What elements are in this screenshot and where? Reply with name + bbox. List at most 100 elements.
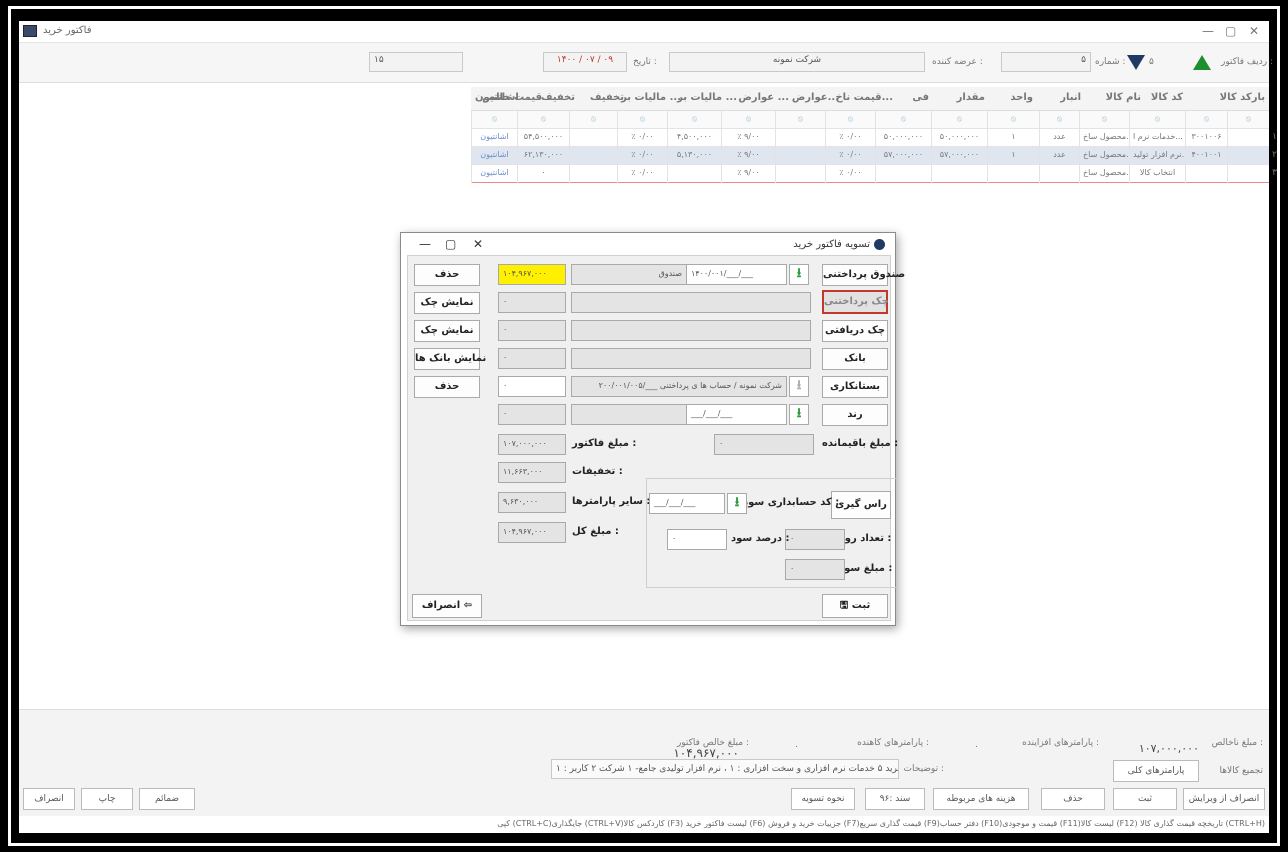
cell-disc2[interactable] xyxy=(569,129,617,147)
close-button[interactable]: ✕ xyxy=(1249,24,1259,38)
footer-save-button[interactable]: ثبت xyxy=(1113,788,1177,810)
cancel-button[interactable]: انصراف ⇦ xyxy=(412,594,482,618)
download-icon[interactable]: ⭳ xyxy=(727,493,747,514)
cell-name[interactable]: نرم افزار تولید... xyxy=(1129,147,1185,165)
print-button[interactable]: چاپ xyxy=(81,788,133,810)
cancel-edit-button[interactable]: انصراف از ویرایش xyxy=(1183,788,1265,810)
cell-tax2[interactable]: ۵,۱۳۰,۰۰۰ xyxy=(667,147,721,165)
show-cheque-button[interactable]: نمایش چک xyxy=(414,292,480,314)
cell-duty2[interactable] xyxy=(775,147,825,165)
filter-icon[interactable]: ⦸ xyxy=(1185,111,1227,129)
filter-icon[interactable]: ⦸ xyxy=(517,111,569,129)
filter-icon[interactable]: ⦸ xyxy=(931,111,987,129)
filter-icon[interactable]: ⦸ xyxy=(775,111,825,129)
table-row[interactable]: ۲ ۴۰۰۱۰۰۱ نرم افزار تولید... محصول ساخ..… xyxy=(471,147,1277,165)
cell-qty[interactable]: ۱ xyxy=(987,129,1039,147)
col-disc1[interactable]: تخفیف xyxy=(590,92,624,103)
cell-net[interactable]: ۵۴,۵۰۰,۰۰۰ xyxy=(517,129,569,147)
col-code[interactable]: کد کالا xyxy=(1151,92,1183,103)
cell-tax2[interactable] xyxy=(667,165,721,183)
filter-icon[interactable]: ⦸ xyxy=(875,111,931,129)
cell-tax1[interactable]: ٪ ۹/۰۰ xyxy=(721,165,775,183)
cash-date-field[interactable]: ۱۴۰۰/۰۰۱/___/___ xyxy=(686,264,787,285)
supplier-field[interactable]: شرکت نمونه xyxy=(669,52,925,72)
filter-icon[interactable]: ⦸ xyxy=(471,111,517,129)
cash-amount-field[interactable]: ۱۰۴,۹۶۷,۰۰۰ xyxy=(498,264,566,285)
settle-date-button[interactable]: راس گیری xyxy=(831,491,891,519)
col-qty[interactable]: مقدار xyxy=(957,92,985,103)
cheque-payable-button[interactable]: چک پرداختنی xyxy=(822,290,889,314)
document-button[interactable]: سند :۹۶ xyxy=(865,788,925,810)
download-icon[interactable]: ⭳ xyxy=(789,404,809,425)
cell-warehouse[interactable]: محصول ساخ... xyxy=(1079,129,1129,147)
filter-icon[interactable]: ⦸ xyxy=(1129,111,1185,129)
filter-icon[interactable]: ⦸ xyxy=(1227,111,1269,129)
filter-icon[interactable]: ⦸ xyxy=(617,111,667,129)
round-button[interactable]: رند xyxy=(822,404,888,426)
cell-duty2[interactable] xyxy=(775,129,825,147)
cell-code[interactable]: ۴۰۰۱۰۰۱ xyxy=(1185,147,1227,165)
dialog-maximize-button[interactable]: ▢ xyxy=(445,237,456,251)
cell-bonus-link[interactable]: اشانتیون xyxy=(471,165,517,183)
download-icon[interactable]: ⭳ xyxy=(789,264,809,285)
cell-disc2[interactable] xyxy=(569,147,617,165)
creditor-amount[interactable]: ۰ xyxy=(498,376,566,397)
cell-unit[interactable] xyxy=(1039,165,1079,183)
cell-price[interactable] xyxy=(931,165,987,183)
next-arrow-icon[interactable] xyxy=(1193,55,1211,70)
cell-duty2[interactable] xyxy=(775,165,825,183)
table-row[interactable]: ۱ ۳۰۰۱۰۰۶ خدمات نرم ا... محصول ساخ... عد… xyxy=(471,129,1277,147)
related-costs-button[interactable]: هزینه های مربوطه xyxy=(933,788,1029,810)
col-name[interactable]: نام کالا xyxy=(1106,92,1141,103)
cell-disc2[interactable] xyxy=(569,165,617,183)
filter-icon[interactable]: ⦸ xyxy=(667,111,721,129)
footer-cancel-button[interactable]: انصراف xyxy=(23,788,75,810)
minimize-button[interactable]: — xyxy=(1202,24,1214,38)
cell-barcode[interactable] xyxy=(1227,165,1269,183)
dialog-minimize-button[interactable]: — xyxy=(419,237,431,251)
cell-net[interactable]: ۶۲,۱۳۰,۰۰۰ xyxy=(517,147,569,165)
cell-code[interactable]: ۳۰۰۱۰۰۶ xyxy=(1185,129,1227,147)
interest-date-field[interactable]: ___/___/___ xyxy=(649,493,725,514)
col-tax1[interactable]: مالیات بر ... xyxy=(677,92,737,103)
cell-unit[interactable]: عدد xyxy=(1039,129,1079,147)
col-unit[interactable]: واحد xyxy=(1010,92,1033,103)
maximize-button[interactable]: ▢ xyxy=(1225,24,1236,38)
cell-unit[interactable]: عدد xyxy=(1039,147,1079,165)
interest-percent-field[interactable]: ۰ xyxy=(667,529,727,550)
col-barcode[interactable]: بارکد کالا xyxy=(1220,92,1265,103)
filter-icon[interactable]: ⦸ xyxy=(987,111,1039,129)
round-date-field[interactable]: ___/___/___ xyxy=(686,404,787,425)
col-disc2[interactable]: تخفیف xyxy=(541,92,575,103)
cell-net[interactable]: ۰ xyxy=(517,165,569,183)
filter-row[interactable]: ⦸ ⦸ ⦸ ⦸ ⦸ ⦸ ⦸ ⦸ ⦸ ⦸ ⦸ ⦸ ⦸ ⦸ ⦸ ⦸ xyxy=(471,111,1269,129)
invoice-number-field[interactable]: ۵ xyxy=(1001,52,1091,72)
notes-field[interactable]: فاکتور خرید ۵ خدمات نرم افزاری و سخت افز… xyxy=(551,759,899,779)
cell-disc1[interactable]: ٪ ۰/۰۰ xyxy=(617,129,667,147)
footer-delete-button[interactable]: حذف xyxy=(1041,788,1105,810)
cell-code[interactable] xyxy=(1185,165,1227,183)
cell-duty1[interactable]: ٪ ۰/۰۰ xyxy=(825,165,875,183)
cell-gross[interactable] xyxy=(875,165,931,183)
date-field[interactable]: ۱۴۰۰ / ۰۷ / ۰۹ xyxy=(543,52,627,72)
cell-barcode[interactable] xyxy=(1227,129,1269,147)
show-banks-button[interactable]: نمایش بانک ها xyxy=(414,348,486,370)
settlement-method-button[interactable]: نحوه تسویه xyxy=(791,788,855,810)
cell-bonus-link[interactable]: اشانتیون xyxy=(471,129,517,147)
previous-arrow-icon[interactable] xyxy=(1127,55,1145,70)
filter-icon[interactable]: ⦸ xyxy=(721,111,775,129)
cell-disc1[interactable]: ٪ ۰/۰۰ xyxy=(617,165,667,183)
col-duty2[interactable]: عوارض ... xyxy=(738,92,789,103)
col-price[interactable]: فی xyxy=(912,92,929,103)
general-params-button[interactable]: پارامترهای کلی xyxy=(1113,760,1199,782)
cell-tax2[interactable]: ۴,۵۰۰,۰۰۰ xyxy=(667,129,721,147)
cell-warehouse[interactable]: محصول ساخ... xyxy=(1079,165,1129,183)
col-duty1[interactable]: عوارض... xyxy=(792,92,839,103)
attachments-button[interactable]: ضمائم xyxy=(139,788,195,810)
cell-barcode[interactable] xyxy=(1227,147,1269,165)
cell-name[interactable]: انتخاب کالا xyxy=(1129,165,1185,183)
cheque-receivable-button[interactable]: چک دریافتی xyxy=(822,320,888,342)
col-tax2[interactable]: مالیات بر ... xyxy=(621,92,681,103)
cell-tax1[interactable]: ٪ ۹/۰۰ xyxy=(721,147,775,165)
dialog-close-button[interactable]: ✕ xyxy=(473,237,483,251)
